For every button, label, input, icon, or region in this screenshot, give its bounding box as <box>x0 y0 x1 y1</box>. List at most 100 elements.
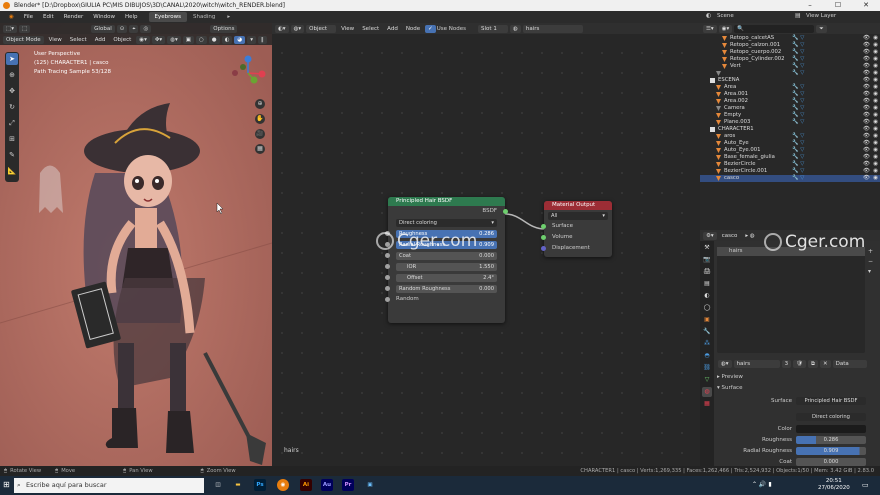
pivot-icon[interactable]: ⊙ <box>116 24 128 33</box>
overlays-toggle-icon[interactable]: ◍▾ <box>167 35 181 44</box>
outliner-row[interactable]: Auto_Eye 🔧 ▽ 👁 ◉ <box>700 140 880 147</box>
blender-menu-icon[interactable]: ◉ <box>4 14 19 20</box>
render-visibility-icon[interactable]: ◉ <box>873 56 878 63</box>
photoshop-icon[interactable]: Ps <box>254 479 266 491</box>
render-tab-icon[interactable]: 📷 <box>702 255 712 265</box>
gizmo-toggle-icon[interactable]: ✥▾ <box>151 35 166 44</box>
outliner-type-icon[interactable]: ☰▾ <box>703 24 717 33</box>
shading-material-icon[interactable]: ◐ <box>221 35 233 44</box>
visibility-eye-icon[interactable]: 👁 <box>863 98 870 105</box>
material-output-node[interactable]: Material Output All ▾ Surface Volume Disp… <box>541 201 612 257</box>
link-dropdown[interactable]: Data <box>832 359 867 368</box>
render-visibility-icon[interactable]: ◉ <box>873 77 878 84</box>
ior-socket[interactable] <box>385 264 390 269</box>
material-datablock-name[interactable]: hairs <box>733 359 780 368</box>
view-layer-icon[interactable]: ▤ <box>795 12 801 19</box>
displacement-socket[interactable] <box>541 246 546 251</box>
outliner-row[interactable]: Camera 🔧 ▽ 👁 ◉ <box>700 105 880 112</box>
shader-node-editor[interactable]: ◐▾ ◍▾ Object View Select Add Node ✓ Use … <box>272 23 700 466</box>
render-visibility-icon[interactable]: ◉ <box>873 147 878 154</box>
random-roughness-slider[interactable]: Random Roughness 0.000 <box>396 284 497 293</box>
minimize-button[interactable]: – <box>796 0 824 11</box>
data-tab-icon[interactable]: ▽ <box>702 375 712 385</box>
scale-tool-icon[interactable]: ⤢ <box>6 117 18 129</box>
material-slot-list[interactable]: hairs <box>717 247 865 353</box>
outliner-row[interactable]: ESCENA 👁 ◉ <box>700 77 880 84</box>
visibility-eye-icon[interactable]: 👁 <box>863 70 870 77</box>
maximize-button[interactable]: ☐ <box>824 0 852 11</box>
particles-tab-icon[interactable]: ⁂ <box>702 339 712 349</box>
menu-help[interactable]: Help <box>120 14 143 20</box>
render-visibility-icon[interactable]: ◉ <box>873 63 878 70</box>
offset-socket[interactable] <box>385 275 390 280</box>
render-visibility-icon[interactable]: ◉ <box>873 42 878 49</box>
pan-hand-icon[interactable]: ✋ <box>255 114 265 124</box>
outliner-row[interactable]: Empty 🔧 ▽ 👁 ◉ <box>700 112 880 119</box>
object-mode-dropdown[interactable]: Object Mode <box>3 35 44 44</box>
material-browse-button-icon[interactable]: ◍▾ <box>718 359 732 368</box>
material-output-title[interactable]: Material Output <box>544 201 612 210</box>
annotate-tool-icon[interactable]: ✎ <box>6 149 18 161</box>
modifier-icon[interactable]: 🔧 ▽ <box>792 175 804 182</box>
view-layer-tab-icon[interactable]: ▤ <box>702 279 712 289</box>
modifier-icon[interactable]: 🔧 ▽ <box>792 154 804 161</box>
visibility-eye-icon[interactable]: 👁 <box>863 133 870 140</box>
volume-socket[interactable] <box>541 235 546 240</box>
coloring-mode-dropdown[interactable]: Direct coloring ▾ <box>396 218 497 227</box>
clock[interactable]: 20:51 27/06/2020 <box>818 478 850 492</box>
visibility-eye-icon[interactable]: 👁 <box>863 91 870 98</box>
navigation-gizmo[interactable] <box>228 53 268 93</box>
bsdf-output-socket[interactable] <box>503 209 508 214</box>
duplicate-material-icon[interactable]: ⧉ <box>808 359 818 368</box>
tool-tab-icon[interactable]: ⚒ <box>702 243 712 253</box>
world-tab-icon[interactable]: ◯ <box>702 303 712 313</box>
render-visibility-icon[interactable]: ◉ <box>873 119 878 126</box>
visibility-eye-icon[interactable]: 👁 <box>863 84 870 91</box>
output-target-dropdown[interactable]: All ▾ <box>548 211 608 220</box>
rotate-tool-icon[interactable]: ↻ <box>6 101 18 113</box>
outliner-row[interactable]: aros 🔧 ▽ 👁 ◉ <box>700 133 880 140</box>
outliner-row[interactable]: Plane.003 🔧 ▽ 👁 ◉ <box>700 119 880 126</box>
modifier-icon[interactable]: 🔧 ▽ <box>792 70 804 77</box>
display-mode-icon[interactable]: ◉▾ <box>718 24 733 33</box>
outliner-row[interactable]: CHARACTER1 👁 ◉ <box>700 126 880 133</box>
outliner-row[interactable]: BezierCircle.001 🔧 ▽ 👁 ◉ <box>700 168 880 175</box>
outliner-row[interactable]: Base_female_giulia 🔧 ▽ 👁 ◉ <box>700 154 880 161</box>
modifier-icon[interactable]: 🔧 ▽ <box>792 119 804 126</box>
shading-solid-icon[interactable]: ● <box>208 35 220 44</box>
render-visibility-icon[interactable]: ◉ <box>873 84 878 91</box>
3d-viewport[interactable]: ⬚▾ ⬚ Global ⊙ ⌖ ◎ Options Object Mode Vi… <box>0 23 272 466</box>
xray-toggle-icon[interactable]: ▣ <box>182 35 194 44</box>
preview-panel-header[interactable]: ▸ Preview <box>717 374 743 380</box>
menu-file[interactable]: File <box>19 14 38 20</box>
view-layer-selector[interactable]: View Layer <box>806 13 836 19</box>
camera-view-icon[interactable]: 🎥 <box>255 129 265 139</box>
render-visibility-icon[interactable]: ◉ <box>873 175 878 182</box>
render-visibility-icon[interactable]: ◉ <box>873 133 878 140</box>
texture-tab-icon[interactable]: ▦ <box>702 399 712 409</box>
select-box-icon[interactable]: ⬚ <box>18 24 31 33</box>
editor-type-icon[interactable]: ⬚▾ <box>3 24 17 33</box>
transform-tool-icon[interactable]: ⊞ <box>6 133 18 145</box>
visibility-eye-icon[interactable]: 👁 <box>863 112 870 119</box>
modifier-icon[interactable]: 🔧 ▽ <box>792 105 804 112</box>
fake-user-icon[interactable]: 🛡 <box>793 359 807 368</box>
notifications-icon[interactable]: ▭ <box>862 481 869 489</box>
surface-panel-header[interactable]: ▾ Surface <box>717 385 742 391</box>
premiere-icon[interactable]: Pr <box>342 479 354 491</box>
menu-edit[interactable]: Edit <box>38 14 59 20</box>
surface-shader-field[interactable]: Principled Hair BSDF <box>796 397 866 405</box>
render-visibility-icon[interactable]: ◉ <box>873 112 878 119</box>
modifier-icon[interactable]: 🔧 ▽ <box>792 91 804 98</box>
coat-slider[interactable]: Coat 0.000 <box>396 251 497 260</box>
slot-menu-icon[interactable]: ▾ <box>868 267 873 277</box>
add-slot-icon[interactable]: + <box>868 247 873 257</box>
z-axis-icon[interactable] <box>244 55 252 63</box>
outliner-row[interactable]: Area.001 🔧 ▽ 👁 ◉ <box>700 91 880 98</box>
modifier-icon[interactable]: 🔧 ▽ <box>792 140 804 147</box>
render-visibility-icon[interactable]: ◉ <box>873 70 878 77</box>
offset-field[interactable]: Offset 2.4° <box>396 273 497 282</box>
radial-roughness-prop-slider[interactable]: 0.909 <box>796 447 866 455</box>
scene-icon[interactable]: ◐ <box>706 12 711 19</box>
options-dropdown[interactable]: Options <box>210 24 238 33</box>
